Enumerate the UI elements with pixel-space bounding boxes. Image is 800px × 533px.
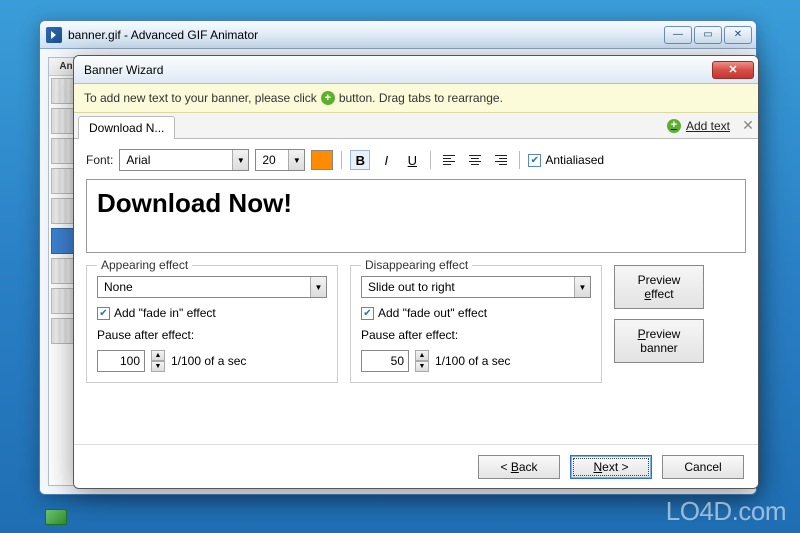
align-left-button[interactable] [439, 150, 459, 170]
chevron-down-icon: ▼ [574, 277, 590, 297]
plus-icon: + [321, 91, 335, 105]
appear-pause-spinner: 100 ▲ ▼ 1/100 of a sec [97, 350, 327, 372]
minimize-button[interactable]: — [664, 26, 692, 44]
italic-button[interactable]: I [376, 150, 396, 170]
banner-wizard-dialog: Banner Wizard ✕ To add new text to your … [73, 55, 759, 489]
dialog-titlebar: Banner Wizard ✕ [74, 56, 758, 84]
spinner-arrows: ▲ ▼ [415, 350, 429, 372]
preview-effect-label: Previeweffect [638, 273, 681, 301]
antialiased-label: Antialiased [545, 153, 604, 167]
appear-pause-input[interactable]: 100 [97, 350, 145, 372]
spinner-arrows: ▲ ▼ [151, 350, 165, 372]
font-toolbar: Font: Arial ▼ 20 ▼ B I U [86, 149, 746, 171]
align-right-button[interactable] [491, 150, 511, 170]
dialog-title: Banner Wizard [84, 63, 712, 77]
separator [430, 151, 431, 169]
checkbox-icon: ✔ [528, 154, 541, 167]
window-buttons: — ▭ ✕ [664, 26, 752, 44]
separator [519, 151, 520, 169]
preview-banner-button[interactable]: Previewbanner [614, 319, 704, 363]
fade-out-checkbox[interactable]: ✔ Add "fade out" effect [361, 306, 591, 320]
tab-label: Download N... [89, 121, 164, 135]
disappearing-effect-value: Slide out to right [362, 277, 461, 297]
font-color-swatch[interactable] [311, 150, 333, 170]
chevron-down-icon: ▼ [310, 277, 326, 297]
fade-in-label: Add "fade in" effect [114, 306, 216, 320]
separator [341, 151, 342, 169]
appearing-effect-value: None [98, 277, 139, 297]
help-text-post: button. Drag tabs to rearrange. [339, 91, 503, 105]
effects-row: Appearing effect None ▼ ✔ Add "fade in" … [86, 265, 746, 383]
bold-button[interactable]: B [350, 150, 370, 170]
add-text-link[interactable]: + Add text [659, 113, 738, 138]
align-right-icon [495, 155, 507, 165]
plus-icon: + [667, 119, 681, 133]
disappearing-effect-group: Disappearing effect Slide out to right ▼… [350, 265, 602, 383]
checkbox-icon: ✔ [97, 307, 110, 320]
appearing-effect-combo[interactable]: None ▼ [97, 276, 327, 298]
dialog-footer: < Back Next > Cancel [74, 444, 758, 488]
checkbox-icon: ✔ [361, 307, 374, 320]
close-button[interactable]: ✕ [724, 26, 752, 44]
pause-after-label: Pause after effect: [97, 328, 327, 342]
spin-up-button[interactable]: ▲ [415, 350, 429, 361]
banner-text-value: Download Now! [97, 188, 735, 219]
dialog-body: Font: Arial ▼ 20 ▼ B I U [74, 139, 758, 393]
font-family-value: Arial [120, 150, 156, 170]
help-bar: To add new text to your banner, please c… [74, 84, 758, 113]
antialiased-checkbox[interactable]: ✔ Antialiased [528, 153, 604, 167]
font-family-combo[interactable]: Arial ▼ [119, 149, 249, 171]
pause-unit: 1/100 of a sec [171, 354, 246, 368]
main-titlebar: banner.gif - Advanced GIF Animator — ▭ ✕ [40, 21, 756, 49]
pause-after-label: Pause after effect: [361, 328, 591, 342]
next-button[interactable]: Next > [570, 455, 652, 479]
disappear-pause-input[interactable]: 50 [361, 350, 409, 372]
banner-text-input[interactable]: Download Now! [86, 179, 746, 253]
disappearing-effect-combo[interactable]: Slide out to right ▼ [361, 276, 591, 298]
font-size-value: 20 [256, 150, 281, 170]
tab-close-button[interactable]: ✕ [738, 113, 758, 138]
maximize-button[interactable]: ▭ [694, 26, 722, 44]
preview-banner-label: Previewbanner [638, 327, 681, 355]
pause-unit: 1/100 of a sec [435, 354, 510, 368]
app-icon [46, 27, 62, 43]
add-text-rest: dd text [694, 119, 730, 133]
spin-up-button[interactable]: ▲ [151, 350, 165, 361]
taskbar-icon [45, 509, 67, 525]
spin-down-button[interactable]: ▼ [151, 361, 165, 372]
preview-buttons: Previeweffect Previewbanner [614, 265, 704, 383]
tab-spacer [175, 113, 659, 138]
chevron-down-icon: ▼ [288, 150, 304, 170]
align-center-button[interactable] [465, 150, 485, 170]
font-label: Font: [86, 153, 113, 167]
preview-effect-button[interactable]: Previeweffect [614, 265, 704, 309]
main-window-title: banner.gif - Advanced GIF Animator [68, 28, 664, 42]
chevron-down-icon: ▼ [232, 150, 248, 170]
fade-in-checkbox[interactable]: ✔ Add "fade in" effect [97, 306, 327, 320]
watermark: LO4D.com [666, 496, 786, 527]
tab-row: Download N... + Add text ✕ [74, 113, 758, 139]
appearing-legend: Appearing effect [97, 258, 192, 272]
disappearing-legend: Disappearing effect [361, 258, 472, 272]
fade-out-label: Add "fade out" effect [378, 306, 487, 320]
cancel-button[interactable]: Cancel [662, 455, 744, 479]
spin-down-button[interactable]: ▼ [415, 361, 429, 372]
font-size-combo[interactable]: 20 ▼ [255, 149, 305, 171]
appearing-effect-group: Appearing effect None ▼ ✔ Add "fade in" … [86, 265, 338, 383]
help-text-pre: To add new text to your banner, please c… [84, 91, 317, 105]
align-left-icon [443, 155, 455, 165]
align-center-icon [469, 155, 481, 165]
disappear-pause-spinner: 50 ▲ ▼ 1/100 of a sec [361, 350, 591, 372]
text-tab[interactable]: Download N... [78, 116, 175, 139]
underline-button[interactable]: U [402, 150, 422, 170]
dialog-close-button[interactable]: ✕ [712, 61, 754, 79]
add-text-label: A [686, 119, 694, 133]
back-button[interactable]: < Back [478, 455, 560, 479]
